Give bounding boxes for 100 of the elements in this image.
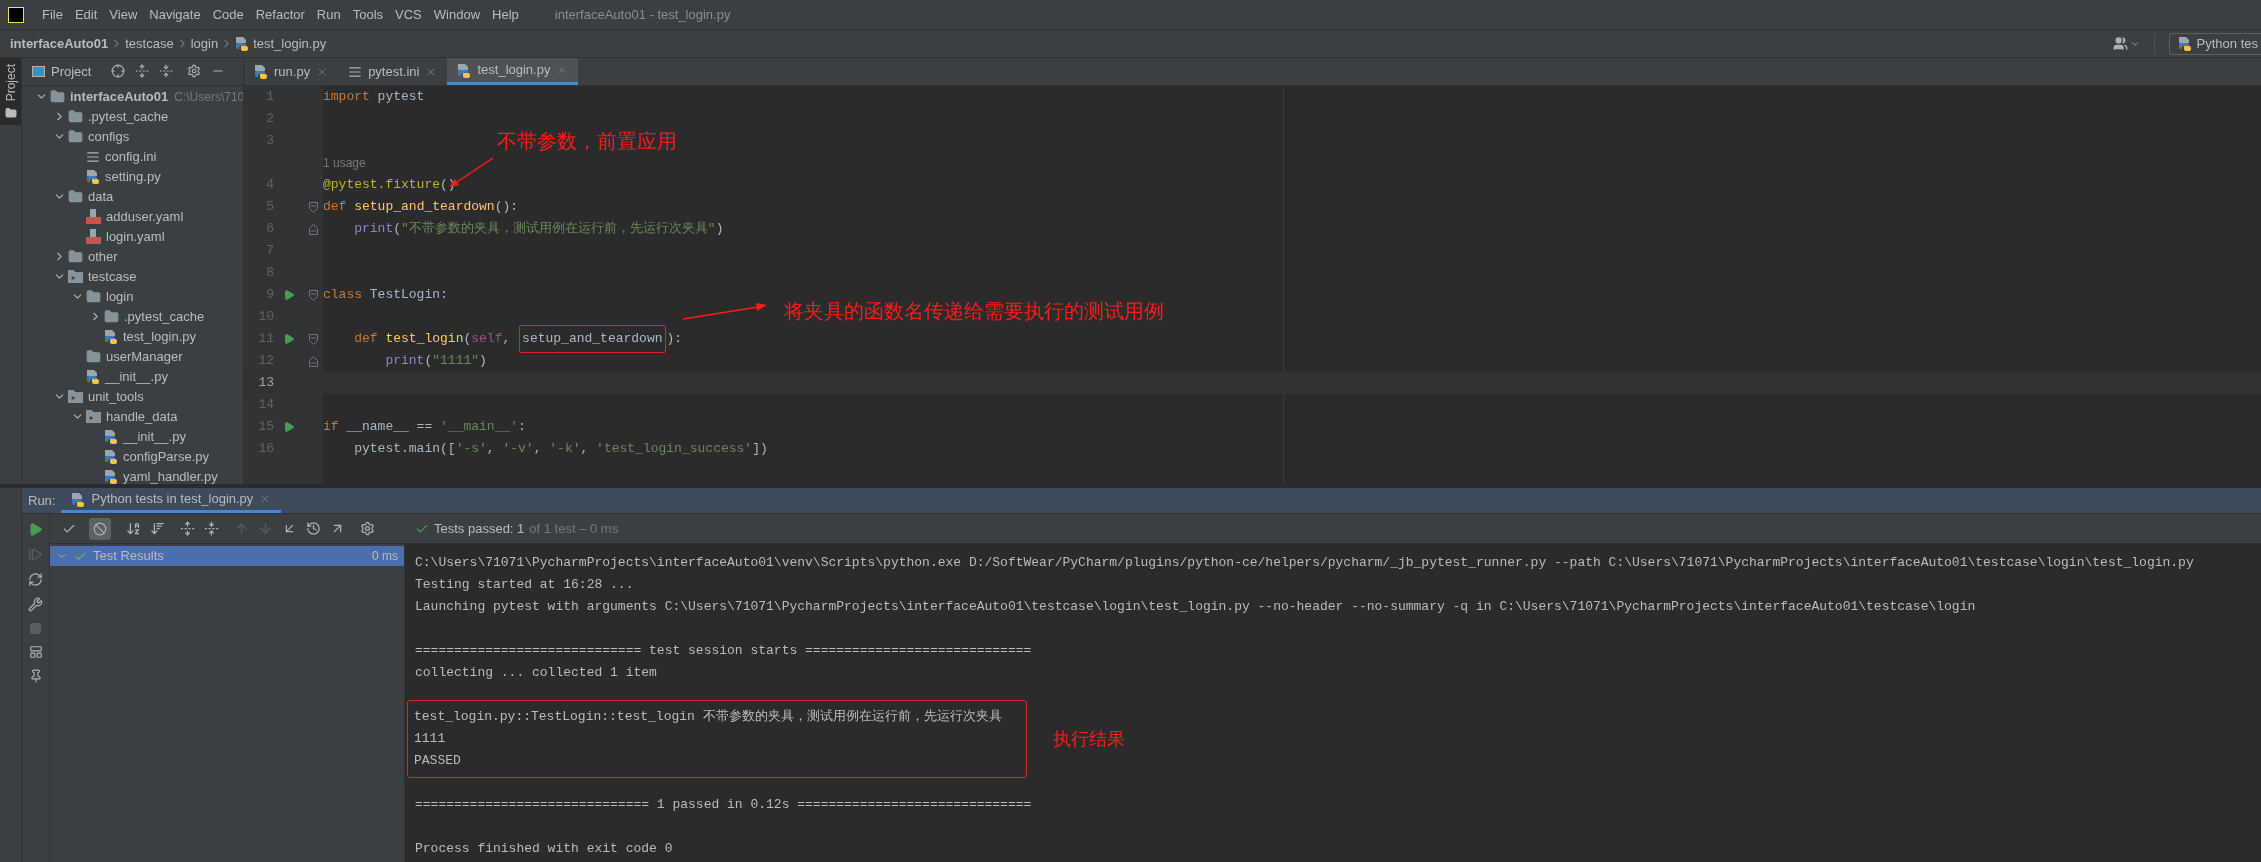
run-tab[interactable]: Python tests in test_login.py: [61, 488, 282, 513]
breadcrumb-item[interactable]: interfaceAuto01: [10, 33, 109, 54]
tree-item[interactable]: setting.py: [105, 167, 161, 187]
highlight-frame: setup_and_teardown: [519, 325, 666, 353]
layout-icon[interactable]: [28, 645, 43, 659]
breadcrumb-item[interactable]: login: [190, 33, 219, 54]
rerun-icon[interactable]: [28, 522, 43, 537]
console-line: Testing started at 16:28 ...: [415, 576, 635, 595]
code-line: print("1111"): [384, 352, 487, 371]
folder-icon: [68, 249, 83, 265]
menu-item[interactable]: VCS: [389, 4, 428, 25]
users-icon: [2112, 36, 2128, 51]
package-folder-icon: [68, 390, 83, 404]
folder-icon: [86, 289, 101, 305]
tree-item[interactable]: interfaceAuto01: [70, 87, 169, 107]
pin-icon[interactable]: [28, 669, 43, 683]
run-gutter-icon[interactable]: [283, 289, 295, 301]
fold-end-icon[interactable]: [309, 223, 318, 235]
menu-item[interactable]: Code: [206, 4, 250, 25]
console-line: C:\Users\71071\PycharmProjects\interfaceAuto01\venv\Scripts\python.exe D:/SoftWear/PyCharm/plugins/python-ce/helpers/pycharm/_jb_pytest_runner.py --path C:\Users\71071\PycharmProjects\interfaceAuto01\testcase\login\test_login.py: [415, 554, 2195, 573]
tree-item[interactable]: handle_data: [106, 407, 178, 427]
run-gutter-icon[interactable]: [283, 333, 295, 345]
console-line: collecting ... collected 1 item: [415, 664, 658, 683]
menu-item[interactable]: Tools: [346, 4, 390, 25]
menu-item[interactable]: Help: [486, 4, 525, 25]
history-icon[interactable]: [306, 521, 321, 536]
sort-alphabetically-icon[interactable]: [126, 521, 141, 536]
tree-item[interactable]: .pytest_cache: [88, 107, 169, 127]
run-gutter-icon[interactable]: [283, 421, 295, 433]
code-line: def test_login(self, setup_and_teardown ):: [323, 325, 683, 353]
collapse-all-icon[interactable]: [204, 521, 219, 536]
tree-item[interactable]: login: [106, 287, 134, 307]
tree-item[interactable]: yaml_handler.py: [123, 467, 218, 484]
tree-item[interactable]: unit_tools: [88, 387, 144, 407]
menu-item[interactable]: Navigate: [143, 4, 207, 25]
code-line: pytest.main(['-s', '-v', '-k', 'test_login_success']): [353, 440, 768, 459]
tree-item[interactable]: data: [88, 187, 114, 207]
breadcrumb-item[interactable]: test_login.py: [253, 33, 327, 54]
window-title: interfaceAuto01 - test_login.py: [554, 5, 731, 24]
project-tool-tab[interactable]: Project: [0, 58, 21, 126]
fold-end-icon[interactable]: [309, 355, 318, 367]
annotation-text: 不带参数，前置应用: [497, 129, 677, 154]
menu-item[interactable]: Run: [310, 4, 347, 25]
tree-item[interactable]: configs: [88, 127, 130, 147]
tree-item[interactable]: __init__.py: [123, 427, 186, 447]
tree-item[interactable]: userManager: [106, 347, 183, 367]
folder-icon: [68, 129, 83, 145]
folder-icon: [104, 309, 119, 325]
panel-title[interactable]: Project: [51, 61, 92, 82]
tree-item[interactable]: configParse.py: [123, 447, 209, 467]
tree-item[interactable]: login.yaml: [106, 227, 165, 247]
python-file-icon: [104, 449, 118, 465]
menu-item[interactable]: Window: [427, 4, 487, 25]
python-file-icon: [104, 469, 118, 484]
menu-item[interactable]: File: [36, 4, 69, 25]
vcs-users-button[interactable]: [2112, 36, 2140, 51]
locate-icon[interactable]: [111, 64, 126, 79]
console-line: test_login.py::TestLogin::test_login 不带参数的夹具，测试用例在运行前，先运行次夹具: [414, 708, 1002, 727]
ban-icon: [93, 521, 107, 536]
python-file-icon: [2177, 36, 2192, 51]
editor-tab[interactable]: test_login.py: [447, 58, 579, 85]
tree-item[interactable]: adduser.yaml: [106, 207, 184, 227]
menu-item[interactable]: Edit: [68, 4, 104, 25]
editor-tab[interactable]: run.py: [244, 58, 339, 85]
editor-tab[interactable]: pytest.ini: [338, 58, 448, 85]
yaml-file-icon: [86, 209, 101, 225]
annotation-text: 执行结果: [1052, 727, 1125, 751]
show-ignored-toggle[interactable]: [89, 517, 111, 540]
python-file-icon: [235, 36, 250, 51]
python-file-icon: [254, 64, 268, 79]
python-file-icon: [457, 62, 472, 78]
fold-start-icon[interactable]: [309, 289, 318, 301]
sort-by-duration-icon[interactable]: [150, 521, 165, 536]
console-line: Process finished with exit code 0: [415, 840, 674, 859]
tree-item[interactable]: config.ini: [105, 147, 157, 167]
wrench-icon[interactable]: [28, 597, 43, 612]
code-line: if __name__ == '__main__':: [323, 418, 526, 437]
tree-item[interactable]: other: [88, 247, 118, 267]
auto-test-icon[interactable]: [28, 572, 43, 587]
fold-start-icon[interactable]: [309, 333, 318, 345]
usage-hint[interactable]: 1 usage: [323, 154, 366, 172]
run-configuration-dropdown[interactable]: Python tes: [2168, 32, 2261, 55]
settings-icon[interactable]: [360, 521, 375, 536]
fold-start-icon[interactable]: [309, 201, 318, 213]
code-line: def setup_and_teardown():: [323, 198, 519, 217]
menu-item[interactable]: View: [103, 4, 144, 25]
collapse-all-icon[interactable]: [159, 64, 174, 79]
breadcrumb-item[interactable]: testcase: [125, 33, 174, 54]
console-line: ============================== 1 passed in 0.12s ==============================: [415, 796, 1033, 815]
console-line: Launching pytest with arguments C:\Users\71071\PycharmProjects\interfaceAuto01\testcase\login\test_login.py --no-header --no-summary -q in C:\Users\71071\PycharmProjects\interfaceAuto01\testcase\login: [415, 598, 1977, 617]
expand-all-icon[interactable]: [135, 64, 150, 79]
tree-item[interactable]: .pytest_cache: [124, 307, 205, 327]
settings-icon[interactable]: [187, 64, 202, 79]
python-file-icon: [104, 429, 118, 445]
tree-item[interactable]: test_login.py: [123, 327, 196, 347]
tree-item[interactable]: testcase: [88, 267, 137, 287]
tree-item[interactable]: __init__.py: [105, 367, 168, 387]
menu-item[interactable]: Refactor: [249, 4, 311, 25]
expand-all-icon[interactable]: [180, 521, 195, 536]
folder-icon: [4, 107, 17, 120]
